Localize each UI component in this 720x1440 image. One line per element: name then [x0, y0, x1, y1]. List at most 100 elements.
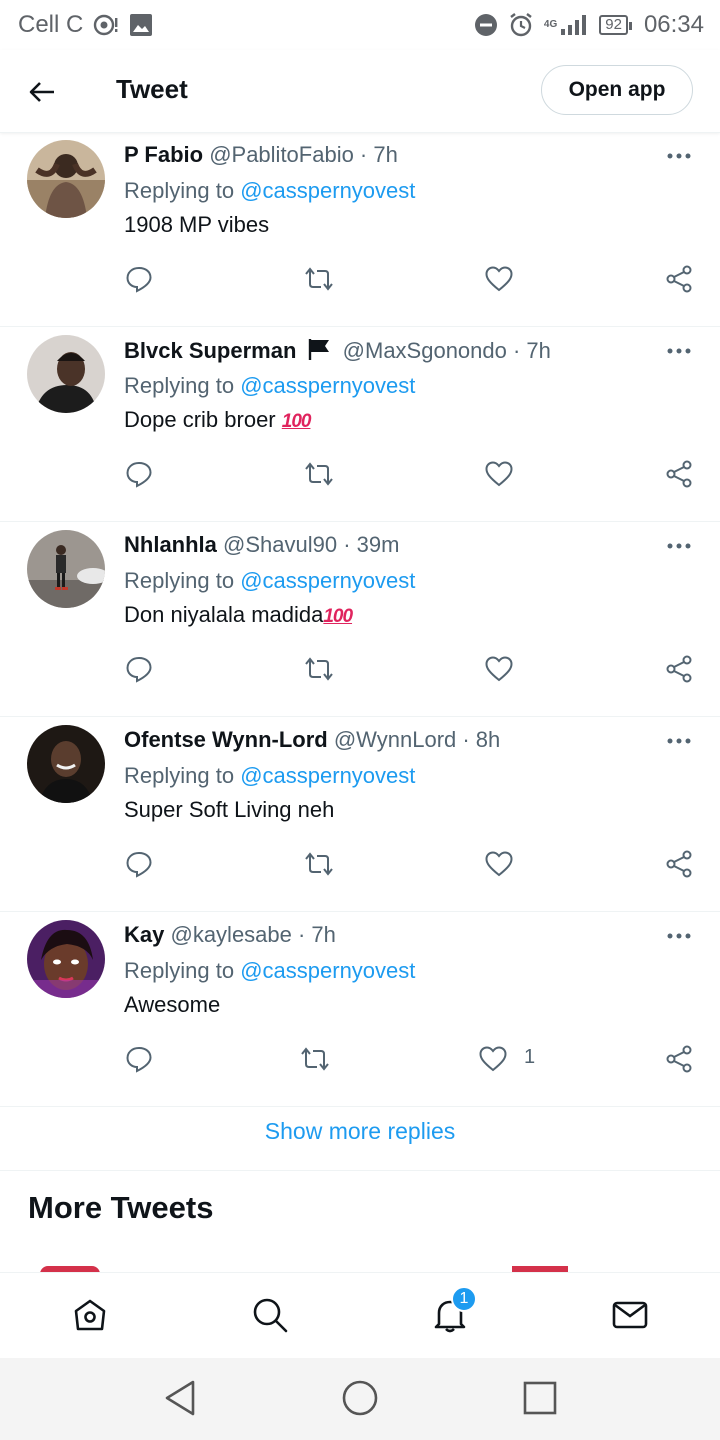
replies-list: P Fabio @PablitoFabio · 7h Replying to @…	[0, 132, 720, 1107]
retweet-icon	[305, 657, 333, 681]
mention-link[interactable]: @casspernyovest	[240, 763, 415, 788]
reply-icon	[126, 266, 152, 293]
system-back-button[interactable]	[160, 1378, 200, 1418]
author-handle: @PablitoFabio · 7h	[209, 142, 398, 167]
more-icon	[667, 738, 691, 744]
retweet-button[interactable]	[302, 262, 336, 296]
more-options-button[interactable]	[664, 144, 694, 168]
avatar[interactable]	[27, 140, 105, 218]
system-navigation-bar	[0, 1358, 720, 1440]
share-button[interactable]	[662, 262, 696, 296]
share-button[interactable]	[662, 847, 696, 881]
author-name[interactable]: Blvck Superman	[124, 338, 296, 363]
replying-to: Replying to @casspernyovest	[124, 568, 416, 593]
square-recents-icon	[523, 1381, 557, 1415]
reply-tweet[interactable]: P Fabio @PablitoFabio · 7h Replying to @…	[0, 132, 720, 327]
system-home-button[interactable]	[340, 1378, 380, 1418]
image-icon	[129, 13, 153, 37]
retweet-icon	[305, 852, 333, 876]
alarm-icon	[508, 12, 534, 38]
reply-icon	[126, 461, 152, 488]
hundred-points-emoji: 100	[323, 606, 353, 627]
open-app-button[interactable]: Open app	[541, 65, 693, 115]
replying-to: Replying to @casspernyovest	[124, 373, 416, 398]
like-button[interactable]	[482, 262, 516, 296]
nav-messages[interactable]	[608, 1293, 652, 1337]
reply-button[interactable]	[122, 652, 156, 686]
reply-icon	[126, 656, 152, 683]
reply-tweet[interactable]: Ofentse Wynn-Lord @WynnLord · 8h Replyin…	[0, 717, 720, 912]
reply-tweet[interactable]: Blvck Superman @MaxSgonondo · 7h Replyin…	[0, 327, 720, 522]
top-app-bar: Tweet Open app	[0, 50, 720, 133]
author-name[interactable]: Nhlanhla	[124, 532, 217, 557]
mention-link[interactable]: @casspernyovest	[240, 373, 415, 398]
author-handle: @kaylesabe · 7h	[170, 922, 336, 947]
nav-search[interactable]	[248, 1293, 292, 1337]
reply-button[interactable]	[122, 847, 156, 881]
retweet-button[interactable]	[302, 652, 336, 686]
author-name[interactable]: P Fabio	[124, 142, 203, 167]
reply-tweet[interactable]: Nhlanhla @Shavul90 · 39m Replying to @ca…	[0, 522, 720, 717]
like-button[interactable]	[482, 652, 516, 686]
notification-badge: 1	[451, 1286, 477, 1312]
heart-icon	[485, 656, 513, 682]
retweet-button[interactable]	[302, 847, 336, 881]
share-icon	[666, 655, 692, 683]
back-button[interactable]	[22, 72, 62, 112]
nav-home[interactable]	[68, 1293, 112, 1337]
retweet-icon	[305, 267, 333, 291]
share-button[interactable]	[662, 457, 696, 491]
replying-to: Replying to @casspernyovest	[124, 958, 416, 983]
tweet-text: Super Soft Living neh	[124, 797, 335, 822]
author-name[interactable]: Ofentse Wynn-Lord	[124, 727, 328, 752]
like-button[interactable]	[476, 1042, 510, 1076]
tweet-actions	[0, 847, 720, 881]
tweet-text: Awesome	[124, 992, 221, 1017]
retweet-button[interactable]	[298, 1042, 332, 1076]
reply-button[interactable]	[122, 457, 156, 491]
more-tweets-heading: More Tweets	[28, 1190, 214, 1225]
mention-link[interactable]: @casspernyovest	[240, 958, 415, 983]
author-name[interactable]: Kay	[124, 922, 164, 947]
heart-icon	[485, 266, 513, 292]
avatar[interactable]	[27, 725, 105, 803]
search-icon	[253, 1298, 288, 1333]
more-icon	[667, 153, 691, 159]
like-button[interactable]	[482, 457, 516, 491]
home-icon	[74, 1299, 106, 1331]
more-options-button[interactable]	[664, 339, 694, 363]
more-options-button[interactable]	[664, 729, 694, 753]
retweet-button[interactable]	[302, 457, 336, 491]
more-options-button[interactable]	[664, 924, 694, 948]
flag-icon	[307, 337, 333, 367]
more-icon	[667, 348, 691, 354]
mention-link[interactable]: @casspernyovest	[240, 568, 415, 593]
more-icon	[667, 933, 691, 939]
heart-icon	[485, 461, 513, 487]
tweet-actions	[0, 262, 720, 296]
tweet-text: Dope crib broer 100	[124, 407, 311, 432]
retweet-icon	[305, 462, 333, 486]
reply-button[interactable]	[122, 262, 156, 296]
tweet-header: Ofentse Wynn-Lord @WynnLord · 8h	[124, 727, 500, 753]
tweet-header: P Fabio @PablitoFabio · 7h	[124, 142, 398, 168]
replying-to: Replying to @casspernyovest	[124, 763, 416, 788]
reply-tweet[interactable]: Kay @kaylesabe · 7h Replying to @cassper…	[0, 912, 720, 1107]
tweet-actions	[0, 652, 720, 686]
reply-button[interactable]	[122, 1042, 156, 1076]
share-button[interactable]	[662, 652, 696, 686]
like-button[interactable]	[482, 847, 516, 881]
share-icon	[666, 850, 692, 878]
share-button[interactable]	[662, 1042, 696, 1076]
more-options-button[interactable]	[664, 534, 694, 558]
avatar[interactable]	[27, 530, 105, 608]
share-icon	[666, 1045, 692, 1073]
mention-link[interactable]: @casspernyovest	[240, 178, 415, 203]
show-more-replies-button[interactable]: Show more replies	[0, 1092, 720, 1171]
reply-icon	[126, 851, 152, 878]
share-icon	[666, 265, 692, 293]
avatar[interactable]	[27, 335, 105, 413]
avatar[interactable]	[27, 920, 105, 998]
system-recents-button[interactable]	[520, 1378, 560, 1418]
heart-icon	[485, 851, 513, 877]
